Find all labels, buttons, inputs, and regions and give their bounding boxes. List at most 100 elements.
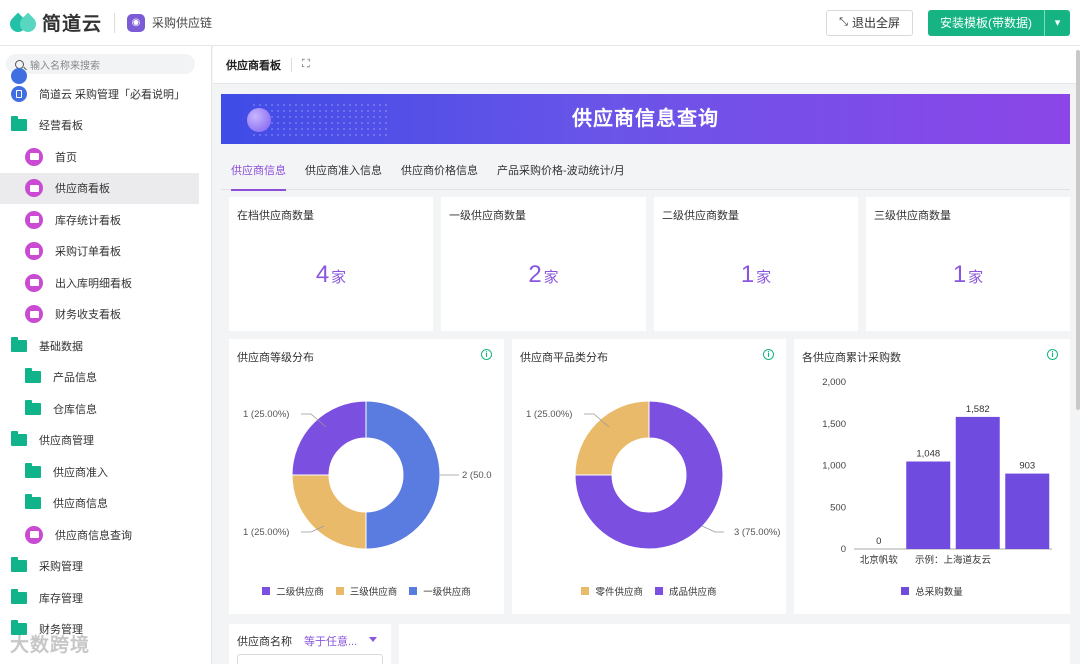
doc-icon: [11, 85, 27, 102]
scrollbar[interactable]: [1076, 50, 1080, 410]
donut-slice: [291, 400, 367, 476]
filter-operator[interactable]: 等于任意...: [304, 633, 357, 649]
label-leader-line: [701, 525, 724, 533]
tab-supplier-price[interactable]: 供应商价格信息: [401, 152, 478, 190]
chart-legend: 总采购数量: [794, 584, 1070, 598]
top-bar: 简道云 ◉ 采购供应链 ⤡ 退出全屏 安装模板(带数据) ▾: [0, 0, 1080, 46]
sidebar-item-inventory-mgmt[interactable]: 库存管理: [0, 582, 211, 614]
legend-swatch: [262, 587, 271, 595]
chart-legend: 零件供应商 成品供应商: [512, 584, 786, 598]
logo-text: 简道云: [42, 14, 103, 35]
dashboard-icon: [25, 242, 43, 261]
logo[interactable]: 简道云: [6, 9, 103, 36]
filter-input[interactable]: [237, 654, 383, 664]
app-name[interactable]: 采购供应链: [152, 14, 212, 31]
search-input[interactable]: 输入名称来搜索: [6, 54, 195, 74]
donut-slice: [365, 400, 441, 550]
stat-card-level1: 一级供应商数量 2家: [441, 197, 646, 331]
sidebar-item-label: 仓库信息: [53, 403, 97, 416]
banner: 供应商信息查询: [221, 94, 1070, 144]
sidebar-item-supplier-query[interactable]: 供应商信息查询: [0, 519, 211, 551]
sidebar-item-label: 首页: [55, 151, 77, 164]
sidebar-item-label: 供应商信息查询: [55, 529, 132, 542]
stat-card-level2: 二级供应商数量 1家: [654, 197, 858, 331]
install-template-button[interactable]: 安装模板(带数据): [928, 9, 1044, 36]
y-tick-label: 500: [830, 502, 846, 513]
stat-card-value: 1家: [866, 261, 1070, 289]
bar: [955, 416, 1000, 549]
slice-label: 3 (75.00%): [734, 527, 780, 538]
bar-value-label: 0: [876, 536, 881, 547]
sidebar: 输入名称来搜索 简道云 采购管理「必看说明」 经营看板 首页 供应商看板 库存统…: [0, 46, 212, 664]
expand-icon[interactable]: ⛶: [302, 58, 310, 71]
stat-card-title: 二级供应商数量: [662, 210, 739, 222]
chart-svg: 1 (25.00%) 3 (75.00%): [526, 400, 780, 550]
exit-fullscreen-button[interactable]: ⤡ 退出全屏: [826, 9, 913, 36]
sidebar-item-warehouse-info[interactable]: 仓库信息: [0, 393, 211, 425]
sidebar-item-purchase-mgmt[interactable]: 采购管理: [0, 551, 211, 583]
sidebar-item-product-info[interactable]: 产品信息: [0, 362, 211, 394]
stat-unit: 家: [756, 269, 772, 286]
stat-value: 4: [315, 261, 330, 288]
tab-price-fluctuation[interactable]: 产品采购价格-波动统计/月: [497, 152, 625, 190]
folder-icon: [11, 431, 27, 447]
legend-item[interactable]: 一级供应商: [409, 584, 471, 598]
search-placeholder: 输入名称来搜索: [30, 60, 100, 72]
legend-label: 总采购数量: [915, 587, 963, 598]
legend-label: 二级供应商: [276, 587, 324, 598]
stat-card-total: 在档供应商数量 4家: [229, 197, 433, 331]
sidebar-item-business-board[interactable]: 经营看板: [0, 110, 211, 142]
sidebar-item-supplier-admission[interactable]: 供应商准入: [0, 456, 211, 488]
folder-icon: [25, 494, 41, 510]
bar-value-label: 1,582: [966, 404, 990, 415]
sidebar-item-basic-data[interactable]: 基础数据: [0, 330, 211, 362]
sidebar-item-label: 库存管理: [39, 592, 83, 605]
stat-card-value: 4家: [229, 261, 433, 289]
sidebar-item-order-board[interactable]: 采购订单看板: [0, 236, 211, 268]
logo-mark-icon: [6, 12, 40, 35]
page-tab-bar: 供应商看板 ⛶: [213, 46, 1080, 84]
sidebar-item-label: 采购订单看板: [55, 246, 121, 259]
divider: [114, 12, 116, 33]
dashboard-icon: [25, 179, 43, 198]
sidebar-item-label: 供应商管理: [39, 435, 94, 448]
legend-item[interactable]: 成品供应商: [655, 584, 717, 598]
tab-supplier-info[interactable]: 供应商信息: [231, 152, 286, 191]
filter-label: 供应商名称: [237, 636, 292, 648]
caret-down-icon[interactable]: [369, 637, 377, 642]
legend-label: 成品供应商: [669, 587, 717, 598]
legend-item[interactable]: 二级供应商: [262, 584, 324, 598]
y-tick-label: 0: [841, 544, 846, 555]
stat-unit: 家: [331, 269, 347, 286]
legend-swatch: [409, 587, 418, 595]
sidebar-item-supplier-info[interactable]: 供应商信息: [0, 488, 211, 520]
slice-label: 2 (50.0: [462, 470, 492, 481]
sidebar-item-stock-detail-board[interactable]: 出入库明细看板: [0, 267, 211, 299]
legend-item[interactable]: 总采购数量: [901, 584, 963, 598]
sidebar-item-supplier-mgmt[interactable]: 供应商管理: [0, 425, 211, 457]
chevron-down-icon[interactable]: ▾: [1044, 9, 1070, 36]
folder-icon: [25, 399, 41, 415]
legend-label: 一级供应商: [423, 587, 471, 598]
bar: [906, 461, 951, 549]
legend-item[interactable]: 零件供应商: [581, 584, 643, 598]
stat-card-value: 1家: [654, 261, 858, 289]
sidebar-item-guide[interactable]: 简道云 采购管理「必看说明」: [0, 78, 211, 110]
y-tick-label: 1,000: [822, 461, 846, 472]
sidebar-item-label: 出入库明细看板: [55, 277, 132, 290]
legend-item[interactable]: 三级供应商: [335, 584, 397, 598]
sidebar-item-label: 经营看板: [39, 120, 83, 133]
sidebar-item-finance-board[interactable]: 财务收支看板: [0, 299, 211, 331]
slice-label: 1 (25.00%): [526, 409, 572, 420]
sidebar-item-label: 供应商看板: [55, 183, 110, 196]
sidebar-item-inventory-board[interactable]: 库存统计看板: [0, 204, 211, 236]
x-tick-label: 北京帆软: [860, 554, 899, 566]
sidebar-item-supplier-board[interactable]: 供应商看板: [0, 172, 199, 204]
sidebar-item-home[interactable]: 首页: [0, 141, 211, 173]
sidebar-item-label: 供应商信息: [53, 498, 108, 511]
sidebar-item-label: 基础数据: [39, 340, 83, 353]
dashboard-icon: [25, 273, 43, 292]
sidebar-item-label: 库存统计看板: [55, 214, 121, 227]
main-area: 供应商看板 ⛶ 供应商信息查询 供应商信息 供应商准入信息 供应商价格信息 产品…: [213, 46, 1080, 664]
tab-supplier-admission[interactable]: 供应商准入信息: [305, 152, 382, 190]
